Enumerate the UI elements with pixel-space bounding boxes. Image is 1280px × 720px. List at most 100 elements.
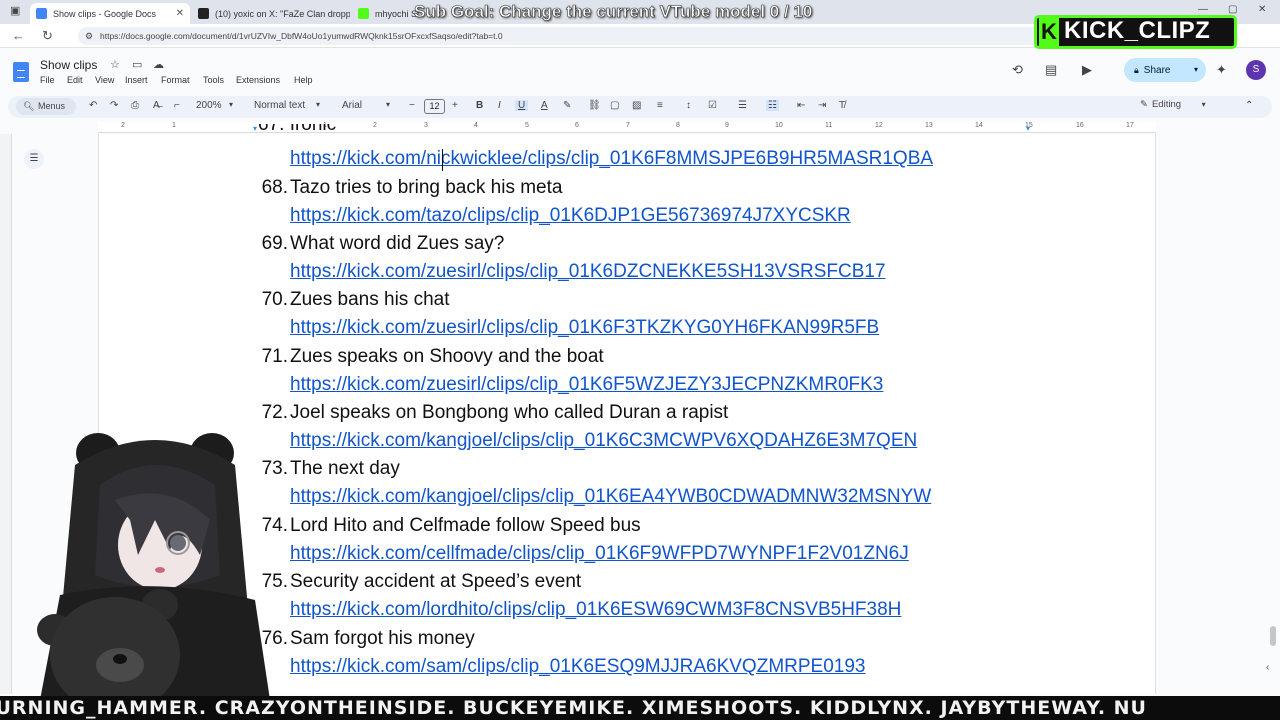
site-info-icon[interactable]: ⚙ xyxy=(85,27,93,45)
clip-link[interactable]: https://kick.com/sam/clips/clip_01K6ESQ9… xyxy=(290,656,865,678)
spellcheck-icon[interactable]: A̶ xyxy=(153,100,160,111)
google-docs-logo-icon[interactable] xyxy=(13,62,29,82)
kick-icon xyxy=(358,8,369,19)
menu-tools[interactable]: Tools xyxy=(203,75,224,85)
right-margin-marker-icon[interactable]: ▾ xyxy=(1026,124,1030,133)
clip-title: Joel speaks on Bongbong who called Duran… xyxy=(290,402,729,423)
eye xyxy=(170,535,186,551)
clip-title: Lord Hito and Celfmade follow Speed bus xyxy=(290,515,641,536)
list-number: 68. xyxy=(261,177,288,198)
minimize-icon[interactable]: — xyxy=(1198,4,1208,15)
style-select[interactable]: Normal text xyxy=(254,100,305,111)
link-icon[interactable]: ⛓ xyxy=(588,100,601,111)
comments-icon[interactable]: ▤ xyxy=(1045,62,1057,78)
clip-title: Tazo tries to bring back his meta xyxy=(290,177,563,198)
supporter-ticker-text: BURNING_HAMMER. CRAZYONTHEINSIDE. BUCKEY… xyxy=(0,697,1147,719)
decrease-font-size-icon[interactable]: − xyxy=(409,100,415,111)
chevron-down-icon[interactable]: ▾ xyxy=(1202,100,1206,109)
redo-icon[interactable]: ↷ xyxy=(110,100,118,111)
font-size-input[interactable]: 12 xyxy=(424,99,445,114)
clip-link[interactable]: https://kick.com/kangjoel/clips/clip_01K… xyxy=(290,430,917,452)
text-color-icon[interactable]: A xyxy=(541,100,548,111)
clip-link[interactable]: https://kick.com/tazo/clips/clip_01K6DJP… xyxy=(290,205,851,227)
search-menus-input[interactable]: 🔍︎ Menus xyxy=(16,98,76,115)
menu-view[interactable]: View xyxy=(95,75,114,85)
document-outline-icon[interactable]: ☰ xyxy=(24,149,44,169)
chevron-down-icon[interactable]: ▾ xyxy=(316,100,320,109)
chevron-down-icon[interactable]: ▾ xyxy=(229,100,233,109)
clip-link[interactable]: https://kick.com/lordhito/clips/clip_01K… xyxy=(290,599,901,621)
font-select[interactable]: Arial xyxy=(342,100,362,111)
tab-show-clips[interactable]: Show clips - Google Docs ✕ xyxy=(30,3,190,24)
line-spacing-icon[interactable]: ↕ xyxy=(686,100,691,111)
add-comment-icon[interactable]: ▢ xyxy=(610,100,619,111)
back-icon[interactable]: ← xyxy=(12,28,25,43)
tab-kick-stream[interactable]: mhyochi St xyxy=(352,3,422,24)
tab-menu-icon[interactable]: ▣ xyxy=(10,4,20,17)
menu-extensions[interactable]: Extensions xyxy=(236,75,280,85)
ruler-number: 1 xyxy=(172,122,176,129)
cloud-status-icon[interactable]: ☁ xyxy=(153,58,164,71)
clip-link[interactable]: https://kick.com/zuesirl/clips/clip_01K6… xyxy=(290,261,886,283)
meet-icon[interactable]: ▶ xyxy=(1082,62,1092,78)
clip-title: Zues speaks on Shoovy and the boat xyxy=(290,346,604,367)
menu-insert[interactable]: Insert xyxy=(125,75,148,85)
close-window-icon[interactable]: ✕ xyxy=(1258,4,1266,15)
numbered-list-icon[interactable]: ☷ xyxy=(766,100,779,111)
chevron-down-icon[interactable]: ▾ xyxy=(1194,58,1198,82)
print-icon[interactable]: ⎙ xyxy=(131,100,139,111)
increase-indent-icon[interactable]: ⇥ xyxy=(818,100,826,111)
tab-title: (10) yoxic on X: "FaZe Clan dropp xyxy=(215,8,350,19)
increase-font-size-icon[interactable]: + xyxy=(452,100,458,111)
clip-link[interactable]: https://kick.com/kangjoel/clips/clip_01K… xyxy=(290,486,931,508)
clip-link[interactable]: https://kick.com/nickwicklee/clips/clip_… xyxy=(290,148,933,170)
editing-mode-select[interactable]: ✎ Editing ▾ xyxy=(1140,99,1206,110)
move-folder-icon[interactable]: ▭ xyxy=(132,58,142,71)
menu-file[interactable]: File xyxy=(40,75,55,85)
version-history-icon[interactable]: ⟲ xyxy=(1012,62,1023,78)
tab-x-post[interactable]: (10) yoxic on X: "FaZe Clan dropp ✕ xyxy=(192,3,350,24)
indent-marker-icon[interactable]: ▾ xyxy=(253,124,257,133)
align-icon[interactable]: ≡ xyxy=(657,100,663,111)
clip-link[interactable]: https://kick.com/zuesirl/clips/clip_01K6… xyxy=(290,374,883,396)
tab-title: Show clips - Google Docs xyxy=(53,8,157,19)
checklist-icon[interactable]: ☑ xyxy=(708,100,717,111)
ruler-number: 5 xyxy=(525,122,529,129)
ruler-number: 3 xyxy=(424,122,428,129)
ruler-number: 8 xyxy=(676,122,680,129)
underline-icon[interactable]: U xyxy=(515,100,529,111)
star-icon[interactable]: ☆ xyxy=(110,58,120,71)
reload-icon[interactable]: ↻ xyxy=(42,28,53,44)
clear-formatting-icon[interactable]: T̸ xyxy=(839,100,845,111)
chevron-down-icon[interactable]: ▾ xyxy=(386,100,390,109)
highlight-icon[interactable]: ✎ xyxy=(563,100,571,111)
menu-format[interactable]: Format xyxy=(161,75,190,85)
ruler-number: 2 xyxy=(373,122,377,129)
list-number: 70. xyxy=(261,289,288,310)
menu-help[interactable]: Help xyxy=(294,75,313,85)
paint-format-icon[interactable]: ⌐ xyxy=(174,100,180,111)
close-tab-icon[interactable]: ✕ xyxy=(170,8,184,19)
menu-edit[interactable]: Edit xyxy=(67,75,83,85)
list-number: 71. xyxy=(261,346,288,367)
expand-side-panel-icon[interactable]: ‹ xyxy=(1266,662,1269,673)
ruler-number: 16 xyxy=(1076,122,1084,129)
account-avatar[interactable]: S xyxy=(1246,60,1266,80)
maximize-icon[interactable]: ▢ xyxy=(1228,4,1237,15)
decrease-indent-icon[interactable]: ⇤ xyxy=(797,100,805,111)
clip-link[interactable]: https://kick.com/zuesirl/clips/clip_01K6… xyxy=(290,317,879,339)
italic-icon[interactable]: I xyxy=(498,100,501,111)
document-title[interactable]: Show clips xyxy=(40,58,97,72)
bold-icon[interactable]: B xyxy=(476,100,483,111)
scrollbar-thumb[interactable] xyxy=(1270,626,1276,646)
bulleted-list-icon[interactable]: ☰ xyxy=(738,100,747,111)
zoom-select[interactable]: 200% xyxy=(196,100,222,111)
share-button[interactable]: 🔒︎ Share ▾ xyxy=(1124,58,1206,82)
url-text: https://docs.google.com/document/d/1vrUZ… xyxy=(100,31,503,41)
gemini-icon[interactable]: ✦ xyxy=(1216,62,1227,78)
insert-image-icon[interactable]: ▨ xyxy=(632,100,641,111)
clip-link[interactable]: https://kick.com/cellfmade/clips/clip_01… xyxy=(290,543,909,565)
collapse-toolbar-icon[interactable]: ⌃ xyxy=(1245,100,1253,111)
vtuber-avatar xyxy=(37,433,270,700)
undo-icon[interactable]: ↶ xyxy=(89,100,97,111)
